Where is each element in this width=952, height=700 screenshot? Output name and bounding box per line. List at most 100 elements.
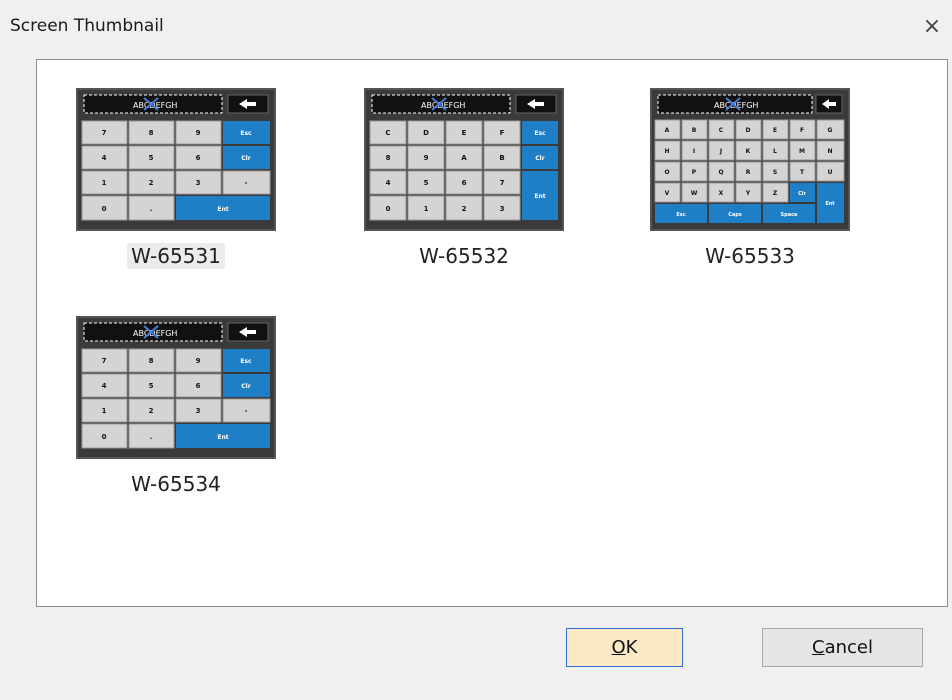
svg-text:C: C — [719, 127, 724, 134]
svg-text:8: 8 — [149, 357, 154, 365]
svg-text:C: C — [385, 129, 390, 137]
svg-text:0: 0 — [386, 205, 391, 213]
svg-text:3: 3 — [196, 179, 201, 187]
svg-text:Clr: Clr — [798, 191, 806, 197]
svg-text:Clr: Clr — [535, 155, 544, 162]
dialog-title: Screen Thumbnail — [10, 16, 164, 36]
thumbnail-list: A B C D E F G H 7 8 9 4 5 6 1 2 3 - 0. Esc Clr Ent W-6… — [36, 59, 948, 607]
svg-text:Ent: Ent — [217, 206, 228, 213]
svg-text:Ent: Ent — [825, 201, 835, 207]
svg-text:9: 9 — [424, 154, 429, 162]
svg-text:P: P — [692, 169, 697, 176]
keypad-preview: ABCDEFGH 789 456 123- 0. EscClrEnt — [78, 318, 274, 457]
svg-text:7: 7 — [102, 129, 107, 137]
svg-text:1: 1 — [102, 179, 107, 187]
keypad-preview: ABCDEFGH 789 456 123- 0. EscClrEnt — [78, 90, 274, 229]
svg-text:4: 4 — [386, 179, 391, 187]
svg-text:9: 9 — [196, 357, 201, 365]
svg-text:B: B — [499, 154, 504, 162]
svg-text:Ent: Ent — [217, 434, 228, 441]
svg-text:8: 8 — [149, 129, 154, 137]
svg-text:R: R — [746, 169, 751, 176]
svg-text:3: 3 — [196, 407, 201, 415]
svg-text:3: 3 — [500, 205, 505, 213]
svg-text:V: V — [665, 190, 670, 197]
keypad-thumbnail-numeric[interactable]: ABCDEFGH 789 456 123- 0. Esc Clr Ent — [76, 316, 276, 459]
svg-text:6: 6 — [462, 179, 467, 187]
thumbnail-item[interactable]: ABCDEFGH 789 456 123- 0. Esc Clr Ent W-6… — [71, 316, 281, 497]
svg-text:X: X — [719, 190, 724, 197]
svg-text:Z: Z — [773, 190, 778, 197]
svg-text:G: G — [828, 127, 833, 134]
svg-text:2: 2 — [462, 205, 467, 213]
svg-text:7: 7 — [102, 357, 107, 365]
svg-text:0: 0 — [102, 433, 107, 441]
svg-text:0: 0 — [102, 205, 107, 213]
svg-text:.: . — [150, 433, 153, 441]
svg-text:6: 6 — [196, 382, 201, 390]
svg-text:7: 7 — [500, 179, 505, 187]
thumbnail-label: W-65531 — [127, 243, 225, 269]
svg-text:1: 1 — [102, 407, 107, 415]
svg-text:B: B — [692, 127, 697, 134]
title-bar: Screen Thumbnail × — [0, 0, 952, 40]
thumbnail-label: W-65534 — [131, 472, 221, 496]
svg-text:D: D — [746, 127, 751, 134]
svg-text:H: H — [664, 148, 669, 155]
svg-text:Esc: Esc — [240, 130, 252, 137]
svg-text:U: U — [828, 169, 833, 176]
keypad-preview: ABCDEFGH CDEF 89AB 4567 0123 EscClrEnt — [366, 90, 562, 229]
svg-text:9: 9 — [196, 129, 201, 137]
svg-text:Clr: Clr — [241, 155, 250, 162]
svg-text:Esc: Esc — [676, 212, 685, 218]
svg-text:4: 4 — [102, 382, 107, 390]
svg-text:Q: Q — [718, 169, 723, 176]
svg-text:Y: Y — [745, 190, 751, 197]
ok-button[interactable]: OK — [566, 628, 683, 667]
svg-text:E: E — [773, 127, 777, 134]
close-icon[interactable]: × — [920, 16, 944, 38]
svg-text:5: 5 — [149, 154, 154, 162]
svg-text:M: M — [799, 148, 805, 155]
svg-text:-: - — [245, 407, 248, 415]
svg-text:I: I — [693, 148, 695, 155]
cancel-mnemonic: C — [812, 637, 825, 658]
svg-text:D: D — [423, 129, 429, 137]
keypad-thumbnail-numeric[interactable]: ABCDEFGH 789 456 123- 0. Esc Clr Ent — [76, 88, 276, 231]
svg-text:Esc: Esc — [240, 358, 252, 365]
svg-text:Ent: Ent — [534, 193, 545, 200]
thumbnail-item[interactable]: ABCDEFGH ABCDEFG HIJKLMN OPQRSTU VWXYZ — [645, 88, 855, 269]
svg-text:2: 2 — [149, 407, 154, 415]
svg-text:S: S — [773, 169, 777, 176]
svg-text:W: W — [691, 190, 698, 197]
svg-text:A: A — [665, 127, 670, 134]
ok-label-rest: K — [625, 637, 638, 658]
svg-text:5: 5 — [424, 179, 429, 187]
svg-text:K: K — [746, 148, 751, 155]
keypad-thumbnail-alpha[interactable]: ABCDEFGH ABCDEFG HIJKLMN OPQRSTU VWXYZ — [650, 88, 850, 231]
svg-text:Caps: Caps — [728, 212, 742, 218]
svg-text:N: N — [827, 148, 832, 155]
svg-text:A: A — [461, 154, 467, 162]
cancel-label-rest: ancel — [824, 637, 873, 658]
ok-mnemonic: O — [611, 637, 626, 658]
svg-text:Esc: Esc — [534, 130, 546, 137]
svg-text:O: O — [664, 169, 669, 176]
svg-text:1: 1 — [424, 205, 429, 213]
svg-text:-: - — [245, 179, 248, 187]
thumbnail-item[interactable]: ABCDEFGH CDEF 89AB 4567 0123 Esc Clr Ent… — [359, 88, 569, 269]
svg-text:2: 2 — [149, 179, 154, 187]
thumbnail-label: W-65532 — [419, 244, 509, 268]
svg-text:F: F — [500, 129, 505, 137]
thumbnail-label: W-65533 — [705, 244, 795, 268]
svg-text:6: 6 — [196, 154, 201, 162]
svg-text:F: F — [800, 127, 804, 134]
thumbnail-item[interactable]: ABCDEFGH 789 456 123- 0. Esc Clr Ent W-6… — [71, 88, 281, 269]
keypad-thumbnail-hex[interactable]: ABCDEFGH CDEF 89AB 4567 0123 Esc Clr Ent — [364, 88, 564, 231]
svg-text:4: 4 — [102, 154, 107, 162]
cancel-button[interactable]: Cancel — [762, 628, 923, 667]
svg-text:L: L — [773, 148, 777, 155]
svg-text:8: 8 — [386, 154, 391, 162]
svg-text:5: 5 — [149, 382, 154, 390]
svg-text:Clr: Clr — [241, 383, 250, 390]
